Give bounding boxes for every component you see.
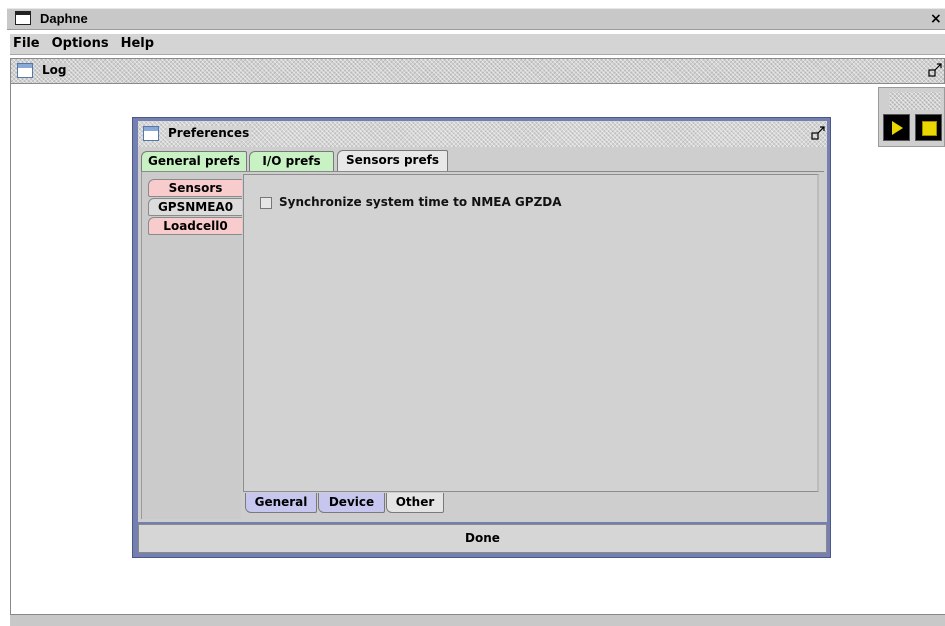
playback-toolbar: [878, 87, 945, 147]
sync-time-checkbox[interactable]: [260, 197, 272, 209]
window-title: Daphne: [40, 11, 88, 26]
sensor-settings-panel: Synchronize system time to NMEA GPZDA: [243, 174, 819, 492]
restore-icon[interactable]: [811, 126, 825, 140]
status-strip: [10, 614, 945, 626]
log-frame-title: Log: [40, 63, 69, 77]
stop-button[interactable]: [915, 114, 942, 141]
play-button[interactable]: [883, 114, 910, 141]
sensor-tab-gpsnmea0[interactable]: GPSNMEA0: [148, 198, 242, 216]
frame-icon: [143, 126, 159, 141]
toolbar-grip[interactable]: [889, 92, 941, 110]
tab-io-prefs[interactable]: I/O prefs: [249, 151, 334, 171]
title-bar-band: [7, 8, 945, 30]
preferences-title-bar[interactable]: Preferences: [138, 121, 827, 147]
sub-tab-other[interactable]: Other: [386, 493, 444, 513]
menu-help[interactable]: Help: [115, 34, 160, 54]
sensor-tab-loadcell0[interactable]: Loadcell0: [148, 217, 242, 235]
sub-tab-device[interactable]: Device: [318, 493, 385, 513]
sensor-tab-panel: Sensors GPSNMEA0 Loadcell0: [141, 172, 242, 519]
sensor-tab-sensors[interactable]: Sensors: [148, 179, 242, 197]
sync-time-label[interactable]: Synchronize system time to NMEA GPZDA: [279, 195, 562, 209]
preferences-title: Preferences: [166, 126, 252, 140]
menu-options[interactable]: Options: [46, 34, 115, 54]
window-icon[interactable]: [15, 11, 31, 25]
menu-file[interactable]: File: [10, 34, 46, 54]
frame-icon: [17, 63, 33, 78]
stop-icon: [922, 121, 937, 136]
restore-icon[interactable]: [928, 63, 942, 77]
preferences-body: General prefs I/O prefs Sensors prefs Se…: [138, 147, 827, 522]
tab-general-prefs[interactable]: General prefs: [141, 151, 247, 171]
preferences-dialog: Preferences General prefs I/O prefs Sens…: [132, 117, 831, 558]
tab-divider: [141, 171, 824, 172]
close-icon[interactable]: ×: [930, 10, 945, 28]
sub-tab-general[interactable]: General: [245, 493, 317, 513]
log-frame-title-bar[interactable]: Log: [10, 58, 945, 84]
tab-sensors-prefs[interactable]: Sensors prefs: [337, 150, 448, 172]
play-icon: [892, 121, 903, 135]
window-title-bar: Daphne ×: [0, 0, 945, 34]
done-button[interactable]: Done: [138, 524, 827, 553]
menu-bar: File Options Help: [10, 34, 945, 55]
